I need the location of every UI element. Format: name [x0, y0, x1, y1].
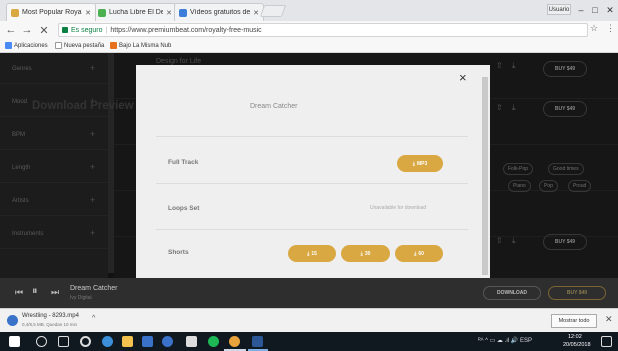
unavailable-text: Unavailable for download: [370, 205, 427, 211]
modal-title: Download Preview: [32, 100, 134, 112]
download-status: 0,4/8,5 MB, Quedan 10 min: [22, 322, 78, 327]
new-tab-button[interactable]: [259, 5, 287, 17]
tab-favicon: [179, 8, 187, 17]
row-label-shorts: Shorts: [168, 249, 189, 256]
clock-time[interactable]: 12:02: [568, 334, 582, 340]
next-icon[interactable]: ⏭: [51, 287, 59, 298]
back-icon[interactable]: ←: [4, 23, 18, 37]
button-label: 30: [364, 250, 371, 257]
apps-icon: [5, 42, 12, 49]
modal-track-name: Dream Catcher: [250, 103, 298, 110]
system-tray[interactable]: ᴿᴬ ^ ▭ ☁ .ıl 🔊 ESP: [478, 337, 532, 344]
close-tab-icon[interactable]: ✕: [166, 9, 172, 17]
bookmark-label: Aplicaciones: [14, 42, 48, 49]
tab-favicon: [11, 8, 19, 17]
row-label-full-track: Full Track: [168, 159, 199, 166]
forward-icon[interactable]: →: [20, 23, 34, 37]
windows-taskbar: ᴿᴬ ^ ▭ ☁ .ıl 🔊 ESP 12:02 20/05/2018: [0, 332, 618, 351]
download-short-15-button[interactable]: ⤓ 15: [288, 245, 336, 262]
close-icon[interactable]: ×: [459, 70, 467, 85]
address-bar-row: ← → ✕ Es seguro | https://www.premiumbea…: [0, 21, 618, 39]
download-icon: ⤓: [307, 250, 310, 257]
bookmark-star-icon[interactable]: ☆: [590, 23, 598, 34]
pause-icon[interactable]: ⏸: [32, 285, 38, 298]
app-icon[interactable]: [162, 336, 173, 347]
bookmark-bajo-la-misma[interactable]: Bajo La Misma Nub: [110, 42, 171, 49]
url-input[interactable]: Es seguro | https://www.premiumbeat.com/…: [58, 23, 588, 37]
tab-videos[interactable]: Vídeos gratuitos de Yen ✕: [174, 3, 264, 21]
browser-menu-icon[interactable]: ⋮: [606, 23, 615, 34]
tab-title: Vídeos gratuitos de Yen: [190, 9, 251, 16]
button-label: 15: [311, 250, 317, 257]
user-profile-button[interactable]: Usuario: [547, 4, 571, 15]
lock-icon: [62, 27, 68, 33]
maximize-icon[interactable]: □: [588, 3, 602, 17]
url-text: https://www.premiumbeat.com/royalty-free…: [110, 26, 262, 34]
bookmark-new-tab[interactable]: Nueva pestaña: [55, 42, 104, 49]
divider: [156, 183, 468, 184]
player-buy-button[interactable]: BUY $49: [548, 286, 606, 300]
notification-center-icon[interactable]: [601, 336, 612, 347]
close-tab-icon[interactable]: ✕: [85, 9, 91, 17]
download-short-30-button[interactable]: ⤓ 30: [341, 245, 390, 262]
close-shelf-icon[interactable]: ✕: [605, 314, 613, 325]
edge-icon[interactable]: [102, 336, 113, 347]
divider: [156, 136, 468, 137]
download-icon: ⤓: [360, 250, 363, 257]
download-mp3-button[interactable]: ⤓ MP3: [397, 155, 443, 172]
search-icon[interactable]: [36, 336, 47, 347]
download-file-icon: [7, 315, 18, 326]
site-icon: [110, 42, 117, 49]
chrome-icon[interactable]: [229, 336, 240, 347]
window-close-icon[interactable]: ✕: [603, 3, 617, 17]
tab-title: Most Popular Royalty Fr: [22, 9, 82, 16]
bookmark-label: Nueva pestaña: [64, 42, 105, 49]
bookmark-label: Bajo La Misma Nub: [119, 42, 172, 49]
file-explorer-icon[interactable]: [122, 336, 133, 347]
modal-scrollbar[interactable]: [482, 77, 488, 275]
player-download-button[interactable]: DOWNLOAD: [483, 286, 541, 300]
tab-lucha-libre[interactable]: Lucha Libre El Deporte ✕: [93, 3, 177, 21]
page-icon: [55, 42, 62, 49]
stop-reload-icon[interactable]: ✕: [37, 23, 51, 37]
player-artist[interactable]: Ivy Digital: [70, 295, 92, 301]
audio-player-bar: ⏮ ⏸ ⏭ Dream Catcher Ivy Digital DOWNLOAD…: [0, 278, 618, 308]
previous-icon[interactable]: ⏮: [15, 287, 23, 298]
store-icon[interactable]: [142, 336, 153, 347]
cortana-icon[interactable]: [80, 336, 91, 347]
spotify-icon[interactable]: [208, 336, 219, 347]
download-shelf: Wrestling - 8293.mp4 0,4/8,5 MB, Quedan …: [0, 308, 618, 332]
download-short-60-button[interactable]: ⤓ 60: [395, 245, 443, 262]
download-file-name[interactable]: Wrestling - 8293.mp4: [22, 313, 79, 319]
minimize-icon[interactable]: –: [574, 3, 588, 17]
page-content: Genres + Mood + BPM + Length + Artists + Inst…: [0, 53, 618, 306]
tab-favicon: [98, 8, 106, 17]
bookmark-apps[interactable]: Aplicaciones: [5, 42, 48, 49]
row-label-loops-set: Loops Set: [168, 205, 200, 212]
task-view-icon[interactable]: [58, 336, 69, 347]
button-label: 60: [418, 250, 424, 257]
clock-date[interactable]: 20/05/2018: [563, 342, 591, 348]
url-separator: |: [105, 26, 108, 34]
divider: [156, 229, 468, 230]
bookmarks-bar: Aplicaciones Nueva pestaña Bajo La Misma…: [0, 39, 618, 53]
tab-title: Lucha Libre El Deporte: [109, 9, 163, 16]
browser-tab-bar: Most Popular Royalty Fr ✕ Lucha Libre El…: [0, 0, 618, 21]
player-track-title[interactable]: Dream Catcher: [70, 285, 117, 292]
download-icon: ⤓: [412, 160, 415, 167]
show-all-downloads-button[interactable]: Mostrar todo: [551, 314, 597, 328]
download-icon: ⤓: [414, 250, 417, 257]
windows-start-icon[interactable]: [9, 336, 20, 347]
close-tab-icon[interactable]: ✕: [253, 9, 259, 17]
word-icon[interactable]: [252, 336, 263, 347]
tab-premiumbeat[interactable]: Most Popular Royalty Fr ✕: [6, 3, 96, 21]
chevron-up-icon[interactable]: ^: [92, 315, 95, 322]
media-icon[interactable]: [186, 336, 197, 347]
button-label: MP3: [416, 160, 428, 167]
secure-label: Es seguro: [71, 26, 103, 34]
